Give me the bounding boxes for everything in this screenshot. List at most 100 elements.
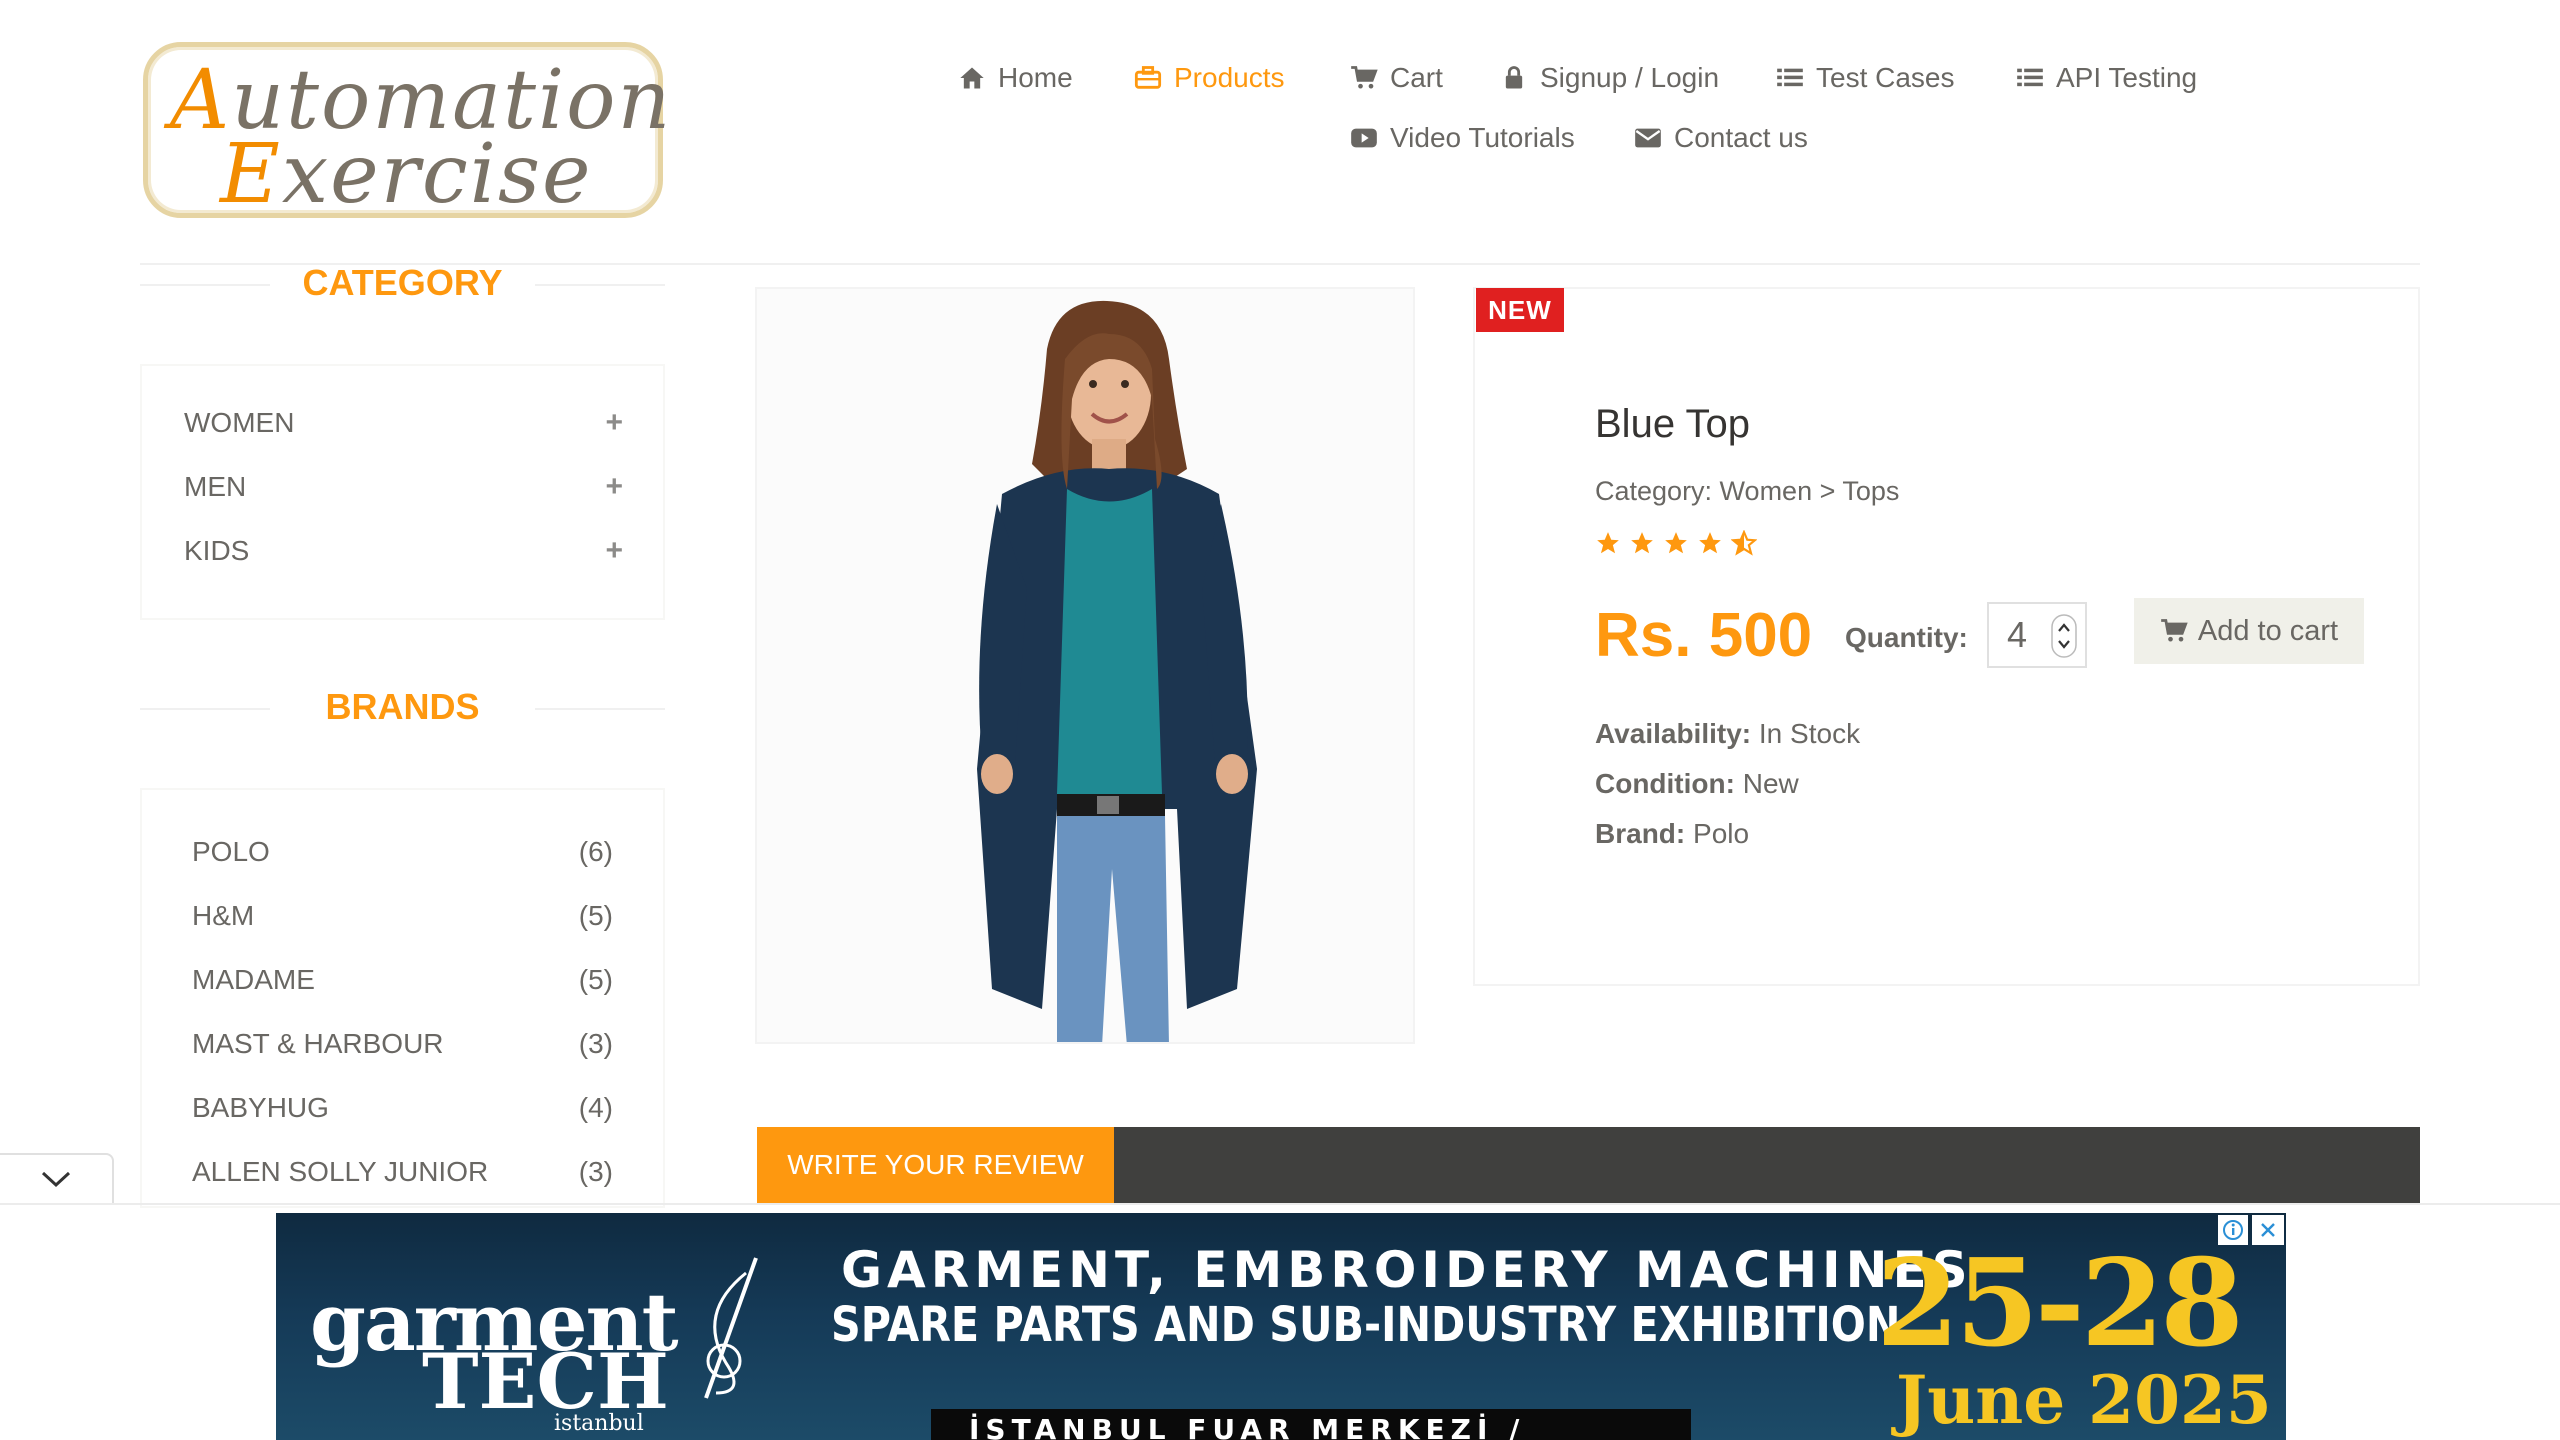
category-label: WOMEN <box>184 407 295 438</box>
condition-value: New <box>1742 768 1799 799</box>
category-label: KIDS <box>184 535 250 566</box>
nav-products[interactable]: Products <box>1134 62 1285 94</box>
category-item-kids[interactable]: KIDS + <box>184 534 623 568</box>
ad-close-icon[interactable] <box>2252 1215 2284 1245</box>
product-title: Blue Top <box>1595 402 1750 446</box>
logo-line-2: Exercise <box>220 127 593 222</box>
star-icon <box>1597 532 1619 554</box>
product-rating <box>1595 530 1757 556</box>
brand-item-madame[interactable]: MADAME (5) <box>192 964 613 996</box>
star-icon <box>1665 532 1687 554</box>
add-to-cart-button[interactable]: Add to cart <box>2134 598 2364 664</box>
category-panel: WOMEN + MEN + KIDS + <box>140 364 665 620</box>
youtube-icon <box>1350 124 1378 152</box>
condition-row: Condition: New <box>1595 768 1799 800</box>
brand-name: POLO <box>192 836 270 867</box>
brand-name: ALLEN SOLLY JUNIOR <box>192 1156 489 1187</box>
brand-item-allen-solly-junior[interactable]: ALLEN SOLLY JUNIOR (3) <box>192 1156 613 1188</box>
brand-count: (3) <box>578 1028 613 1059</box>
brand-item-babyhug[interactable]: BABYHUG (4) <box>192 1092 613 1124</box>
brand-name: MAST & HARBOUR <box>192 1028 444 1059</box>
ad-dates: 25-28 <box>1876 1233 2244 1374</box>
nav-api-testing[interactable]: API Testing <box>2016 62 2197 94</box>
brand-label: Brand: <box>1595 818 1686 849</box>
ad-banner[interactable]: garment TECH istanbul GARMENT, EMBROIDER… <box>276 1213 2286 1440</box>
star-half-icon <box>1731 530 1757 556</box>
briefcase-icon <box>1134 64 1162 92</box>
needle-thread-icon <box>704 1257 758 1399</box>
product-photo <box>757 289 1413 1042</box>
plus-icon[interactable]: + <box>605 406 623 440</box>
product-image <box>755 287 1415 1044</box>
brands-panel: POLO (6) H&M (5) MADAME (5) MAST & HARBO… <box>140 788 665 1208</box>
site-logo[interactable]: Automation Exercise <box>143 42 670 222</box>
category-label: MEN <box>184 471 247 502</box>
availability-row: Availability: In Stock <box>1595 718 1860 750</box>
category-item-women[interactable]: WOMEN + <box>184 406 623 440</box>
product-price: Rs. 500 <box>1595 601 1813 670</box>
logo-line-2-rest: xercise <box>281 127 593 222</box>
cart-icon <box>2160 617 2188 645</box>
star-icon <box>1631 532 1653 554</box>
nav-home[interactable]: Home <box>958 62 1073 94</box>
nav-products-label: Products <box>1174 62 1285 93</box>
ad-headline-1: GARMENT, EMBROIDERY MACHINES <box>841 1241 1973 1299</box>
nav-test-cases-label: Test Cases <box>1816 62 1955 93</box>
brand-item-polo[interactable]: POLO (6) <box>192 836 613 868</box>
lock-icon <box>1500 64 1528 92</box>
ad-venue: İSTANBUL FUAR MERKEZİ / YEŞİLKÖY <box>931 1409 1691 1440</box>
brand-item-mast-harbour[interactable]: MAST & HARBOUR (3) <box>192 1028 613 1060</box>
nav-signup-login-label: Signup / Login <box>1540 62 1720 93</box>
list-icon <box>1776 64 1804 92</box>
nav-api-testing-label: API Testing <box>2056 62 2198 93</box>
new-badge: NEW <box>1476 288 1564 332</box>
brand-name: MADAME <box>192 964 315 995</box>
brand-count: (5) <box>578 964 613 995</box>
nav-test-cases[interactable]: Test Cases <box>1776 62 1955 94</box>
brand-count: (6) <box>578 836 613 867</box>
brand-name: BABYHUG <box>192 1092 329 1123</box>
add-to-cart-label: Add to cart <box>2197 614 2339 647</box>
product-category: Category: Women > Tops <box>1595 476 1900 506</box>
nav-contact-us-label: Contact us <box>1674 122 1808 153</box>
ad-info-icon[interactable] <box>2218 1215 2248 1245</box>
nav-signup-login[interactable]: Signup / Login <box>1500 62 1719 94</box>
plus-icon[interactable]: + <box>605 534 623 568</box>
brands-title: BRANDS <box>325 686 480 727</box>
ad-headline-2: SPARE PARTS AND SUB-INDUSTRY EXHIBITION <box>831 1297 1901 1353</box>
cart-icon <box>1350 64 1378 92</box>
quantity-stepper[interactable] <box>2051 614 2077 658</box>
chevron-down-icon <box>41 1171 71 1188</box>
nav-video-tutorials-label: Video Tutorials <box>1390 122 1575 153</box>
ad-brand-line-3: istanbul <box>554 1411 644 1436</box>
brand-count: (3) <box>578 1156 613 1187</box>
ad-divider <box>0 1203 2560 1205</box>
envelope-icon <box>1634 124 1662 152</box>
availability-label: Availability: <box>1595 718 1752 749</box>
category-item-men[interactable]: MEN + <box>184 470 623 504</box>
nav-cart[interactable]: Cart <box>1350 62 1443 94</box>
condition-label: Condition: <box>1595 768 1735 799</box>
ad-month: June 2025 <box>1896 1361 2272 1439</box>
category-title: CATEGORY <box>302 262 503 303</box>
brand-count: (5) <box>578 900 613 931</box>
quantity-input[interactable]: 4 <box>1987 602 2087 668</box>
brand-count: (4) <box>578 1092 613 1123</box>
brand-item-hm[interactable]: H&M (5) <box>192 900 613 932</box>
star-icon <box>1699 532 1721 554</box>
brand-row: Brand: Polo <box>1595 818 1749 850</box>
nav-home-label: Home <box>998 62 1073 93</box>
brand-name: H&M <box>192 900 255 931</box>
quantity-value: 4 <box>2007 614 2028 655</box>
plus-icon[interactable]: + <box>605 470 623 504</box>
tab-write-your-review[interactable]: WRITE YOUR REVIEW <box>757 1127 1114 1203</box>
nav-video-tutorials[interactable]: Video Tutorials <box>1350 122 1575 154</box>
brand-value: Polo <box>1693 818 1750 849</box>
home-icon <box>958 64 986 92</box>
list-icon <box>2016 64 2044 92</box>
availability-value: In Stock <box>1758 718 1861 749</box>
nav-contact-us[interactable]: Contact us <box>1634 122 1808 154</box>
ad-collapse-toggle[interactable] <box>0 1153 114 1203</box>
quantity-label: Quantity: <box>1845 622 1968 653</box>
nav-cart-label: Cart <box>1390 62 1443 93</box>
